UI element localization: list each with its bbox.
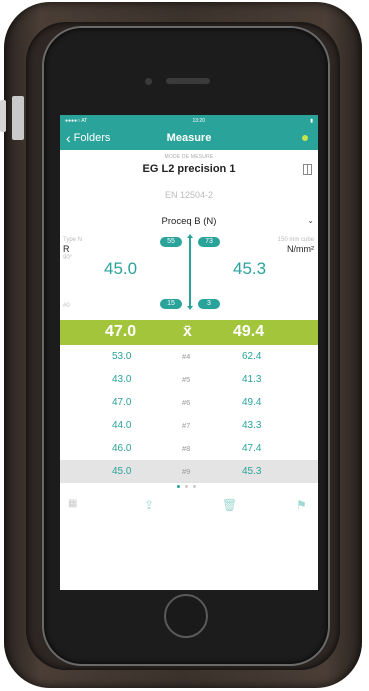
angle-value: 90° bbox=[63, 255, 73, 261]
measurement-panel: Type N R 90° 150 mm cube N/mm² 45.0 45.3… bbox=[60, 234, 318, 320]
back-label: Folders bbox=[73, 132, 111, 144]
chevron-left-icon: ‹ bbox=[66, 130, 71, 146]
reading-right: 62.4 bbox=[242, 351, 262, 362]
type-value[interactable]: R bbox=[63, 244, 70, 254]
reading-left: 47.0 bbox=[112, 397, 132, 408]
list-item[interactable]: 43.0 #5 41.3 bbox=[60, 368, 318, 391]
reading-number: #7 bbox=[182, 421, 191, 430]
connection-status-dot bbox=[302, 135, 308, 141]
trash-icon[interactable]: 🗑 bbox=[222, 498, 237, 512]
curve-label: 150 mm cube bbox=[277, 237, 314, 243]
grid-icon[interactable]: ▦ bbox=[68, 498, 77, 509]
unit-selector[interactable]: N/mm² bbox=[287, 244, 314, 254]
readings-list: 53.0 #4 62.4 43.0 #5 41.3 47.0 #6 49.4 4… bbox=[60, 345, 318, 483]
type-label: Type N bbox=[63, 237, 83, 243]
reading-left: 44.0 bbox=[112, 420, 132, 431]
reading-right: 43.3 bbox=[242, 420, 262, 431]
count-label: #0 bbox=[63, 303, 70, 309]
list-item[interactable]: 47.0 #6 49.4 bbox=[60, 391, 318, 414]
top-right-pill: 73 bbox=[198, 237, 220, 247]
front-camera bbox=[145, 78, 152, 85]
reading-number: #9 bbox=[182, 467, 191, 476]
reading-left: 53.0 bbox=[112, 351, 132, 362]
series-title[interactable]: EG L2 precision 1 bbox=[60, 163, 318, 175]
status-battery: ▮ bbox=[310, 117, 313, 124]
list-item-selected[interactable]: 45.0 #9 45.3 bbox=[60, 460, 318, 483]
reading-right: 45.3 bbox=[242, 466, 262, 477]
device-selector[interactable]: Proceq B (N) bbox=[60, 216, 318, 227]
bottom-toolbar: ▦ ⇪ 🗑 ⚑ bbox=[60, 493, 318, 519]
left-reading: 45.0 bbox=[104, 259, 138, 278]
list-item[interactable]: 44.0 #7 43.3 bbox=[60, 414, 318, 437]
mode-label: MODE DE MESURE bbox=[164, 154, 214, 160]
reading-left: 43.0 bbox=[112, 374, 132, 385]
mean-symbol: x̄ bbox=[183, 323, 192, 340]
status-carrier: ●●●●○ AT bbox=[65, 117, 88, 124]
reading-left: 45.0 bbox=[112, 466, 132, 477]
reading-number: #8 bbox=[182, 444, 191, 453]
page-dot-active bbox=[177, 485, 180, 488]
back-button[interactable]: ‹ Folders bbox=[66, 131, 110, 145]
range-divider bbox=[187, 234, 193, 310]
reading-right: 41.3 bbox=[242, 374, 262, 385]
chevron-down-icon[interactable]: ⌄ bbox=[307, 216, 314, 225]
measurement-header: MODE DE MESURE EG L2 precision 1 EN 1250… bbox=[60, 150, 318, 235]
document-icon[interactable] bbox=[303, 164, 312, 175]
reading-number: #4 bbox=[182, 352, 191, 361]
mean-right-value: 49.4 bbox=[233, 323, 265, 340]
reading-right: 49.4 bbox=[242, 397, 262, 408]
navigation-bar: ‹ Folders Measure bbox=[60, 126, 318, 150]
home-button[interactable] bbox=[164, 594, 208, 638]
page-dot bbox=[193, 485, 196, 488]
list-item[interactable]: 46.0 #8 47.4 bbox=[60, 437, 318, 460]
mean-bar: 47.0 x̄ 49.4 bbox=[60, 320, 318, 345]
case-side-button bbox=[12, 96, 24, 140]
standard-label: EN 12504-2 bbox=[164, 190, 214, 200]
list-item[interactable]: 53.0 #4 62.4 bbox=[60, 345, 318, 368]
reading-left: 46.0 bbox=[112, 443, 132, 454]
flag-icon[interactable]: ⚑ bbox=[296, 498, 307, 512]
bottom-left-pill: 15 bbox=[160, 299, 182, 309]
status-time: 13:20 bbox=[192, 117, 205, 124]
reading-right: 47.4 bbox=[242, 443, 262, 454]
earpiece-speaker bbox=[166, 78, 210, 84]
reading-number: #6 bbox=[182, 398, 191, 407]
page-indicator[interactable] bbox=[60, 483, 318, 493]
share-icon[interactable]: ⇪ bbox=[144, 498, 154, 512]
bottom-right-pill: 3 bbox=[198, 299, 220, 309]
right-reading: 45.3 bbox=[233, 259, 267, 278]
mute-switch bbox=[0, 100, 6, 132]
mean-left-value: 47.0 bbox=[105, 323, 137, 340]
top-left-pill: 55 bbox=[160, 237, 182, 247]
reading-number: #5 bbox=[182, 375, 191, 384]
app-screen: ●●●●○ AT 13:20 ▮ ‹ Folders Measure MODE … bbox=[60, 115, 318, 590]
page-dot bbox=[185, 485, 188, 488]
status-bar: ●●●●○ AT 13:20 ▮ bbox=[60, 115, 318, 126]
